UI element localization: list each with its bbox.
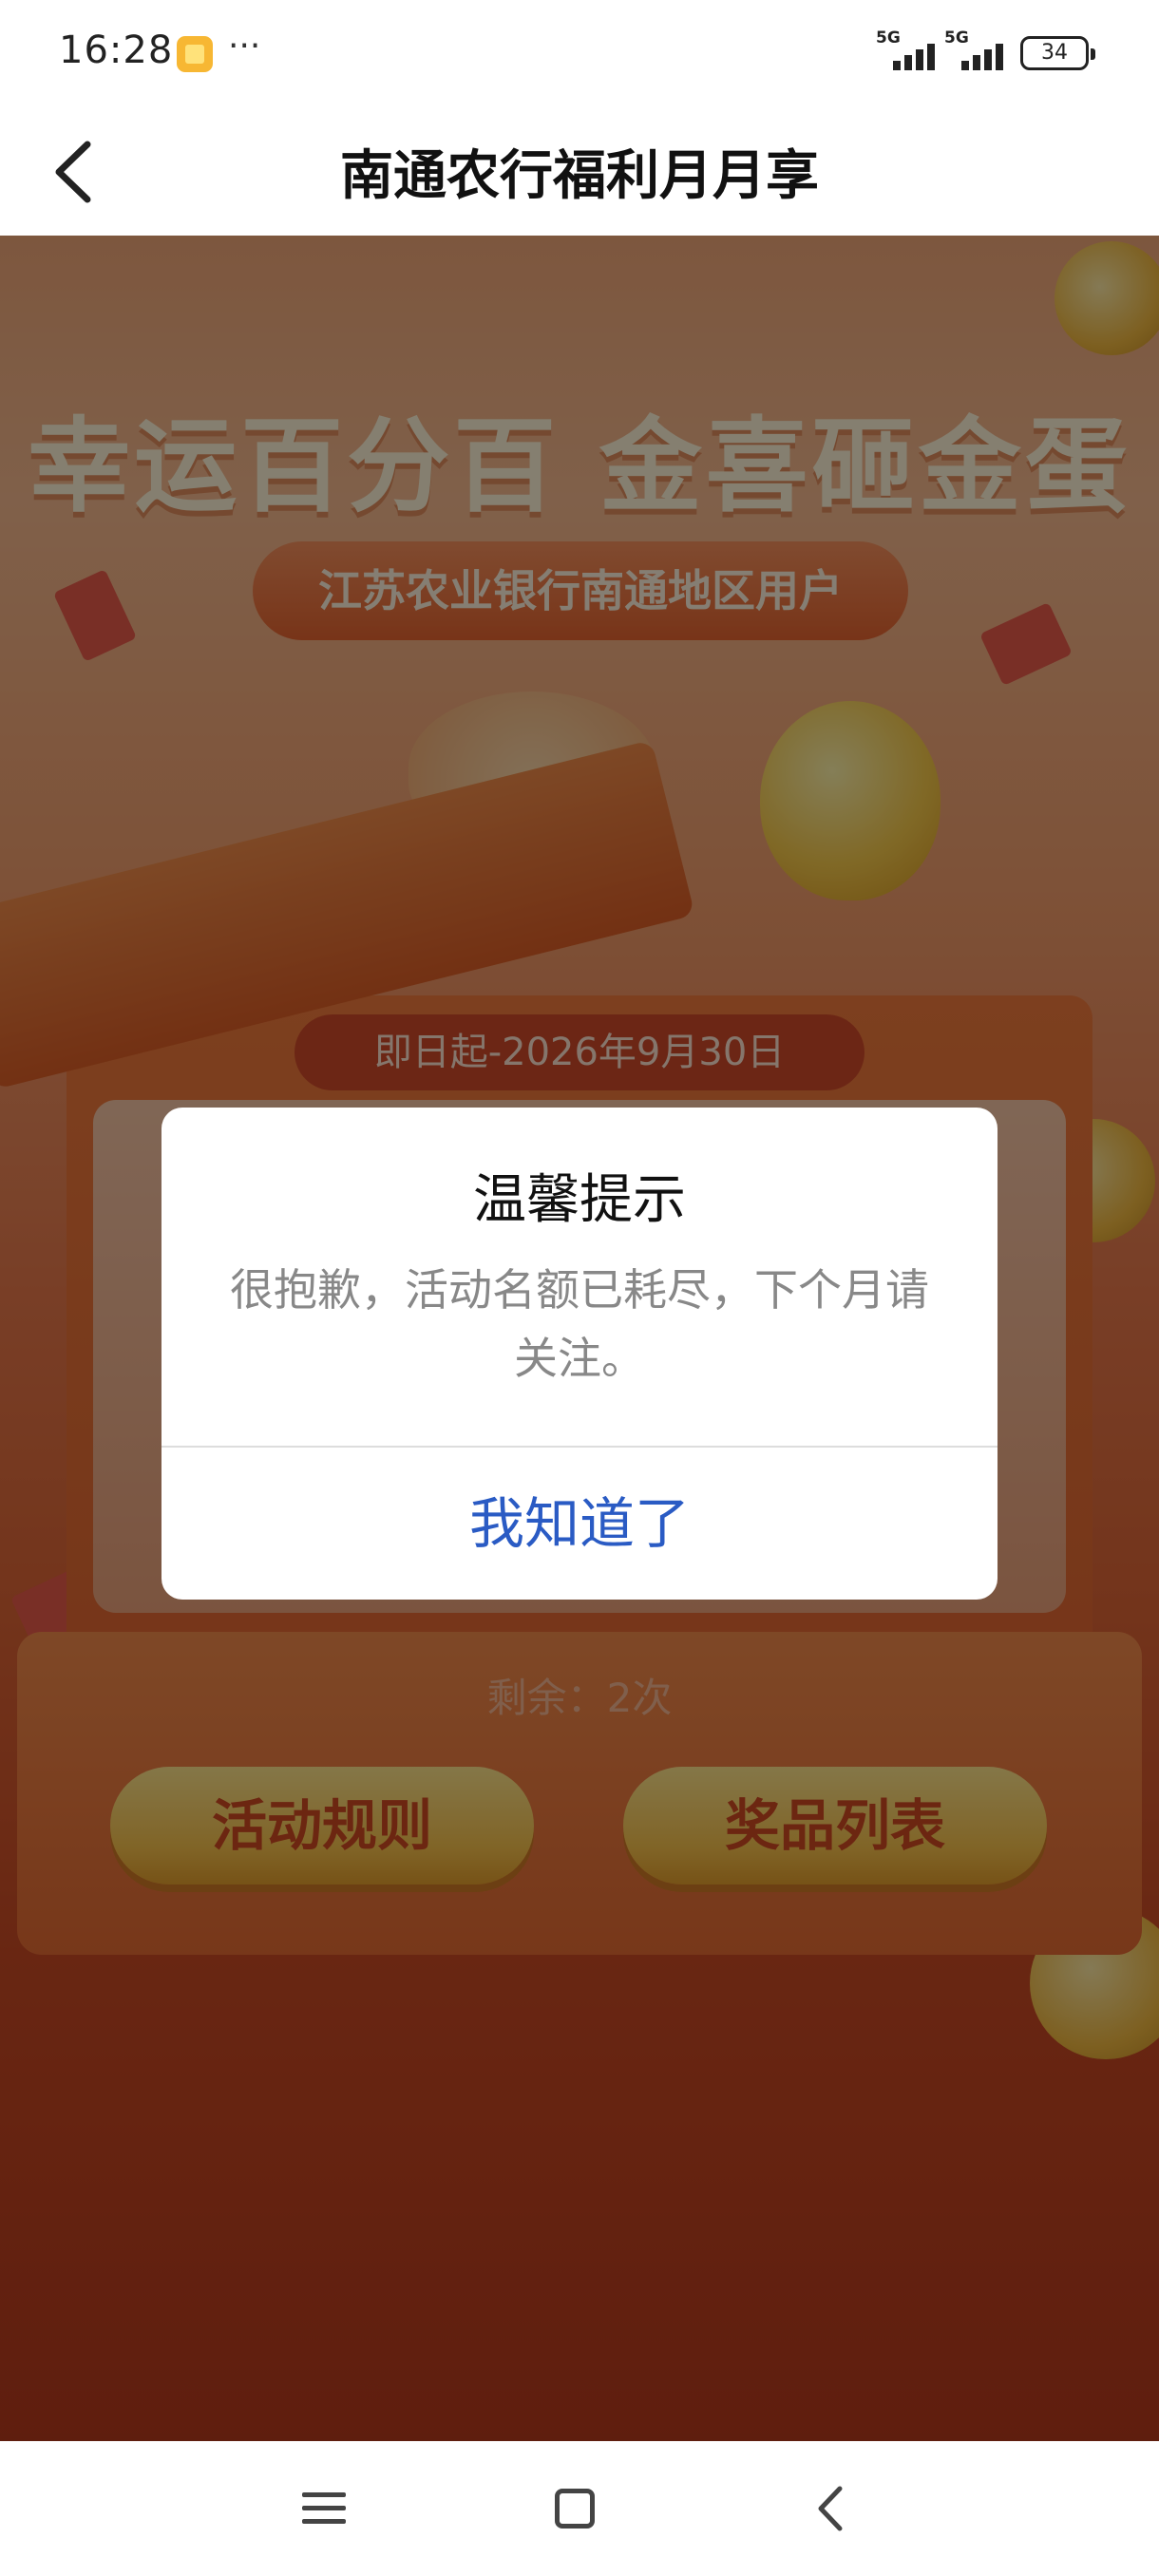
page-title: 南通农行福利月月享 [340, 145, 819, 207]
menu-icon [302, 2492, 346, 2497]
alert-dialog: 温馨提示 很抱歉，活动名额已耗尽，下个月请关注。 我知道了 [162, 1108, 998, 1600]
signal-label: 5G [944, 28, 969, 47]
home-button[interactable] [542, 2475, 608, 2542]
signal-5g-icon: 5G [876, 28, 944, 70]
activity-page: 幸运百分百 金喜砸金蛋 江苏农业银行南通地区用户 即日起-2026年9月30日 … [0, 236, 1159, 2441]
dialog-message: 很抱歉，活动名额已耗尽，下个月请关注。 [230, 1264, 929, 1384]
signal-label: 5G [876, 28, 901, 47]
dialog-title: 温馨提示 [473, 1169, 686, 1231]
system-nav-bar [0, 2441, 1159, 2576]
more-notifications-icon: ··· [228, 27, 261, 66]
signal-5g-icon: 5G [944, 28, 1013, 70]
status-time: 16:28 [59, 28, 174, 72]
nav-bar: 南通农行福利月月享 [0, 104, 1159, 236]
battery-level: 34 [1041, 41, 1068, 65]
recent-apps-button[interactable] [291, 2475, 357, 2542]
chevron-left-icon [818, 2486, 843, 2531]
status-bar: 16:28 ··· 5G 5G 34 [0, 0, 1159, 104]
battery-icon: 34 [1020, 36, 1095, 70]
home-square-icon [555, 2489, 595, 2529]
system-back-button[interactable] [798, 2475, 864, 2542]
notification-app-icon [177, 36, 213, 72]
confirm-button[interactable]: 我知道了 [162, 1448, 998, 1600]
